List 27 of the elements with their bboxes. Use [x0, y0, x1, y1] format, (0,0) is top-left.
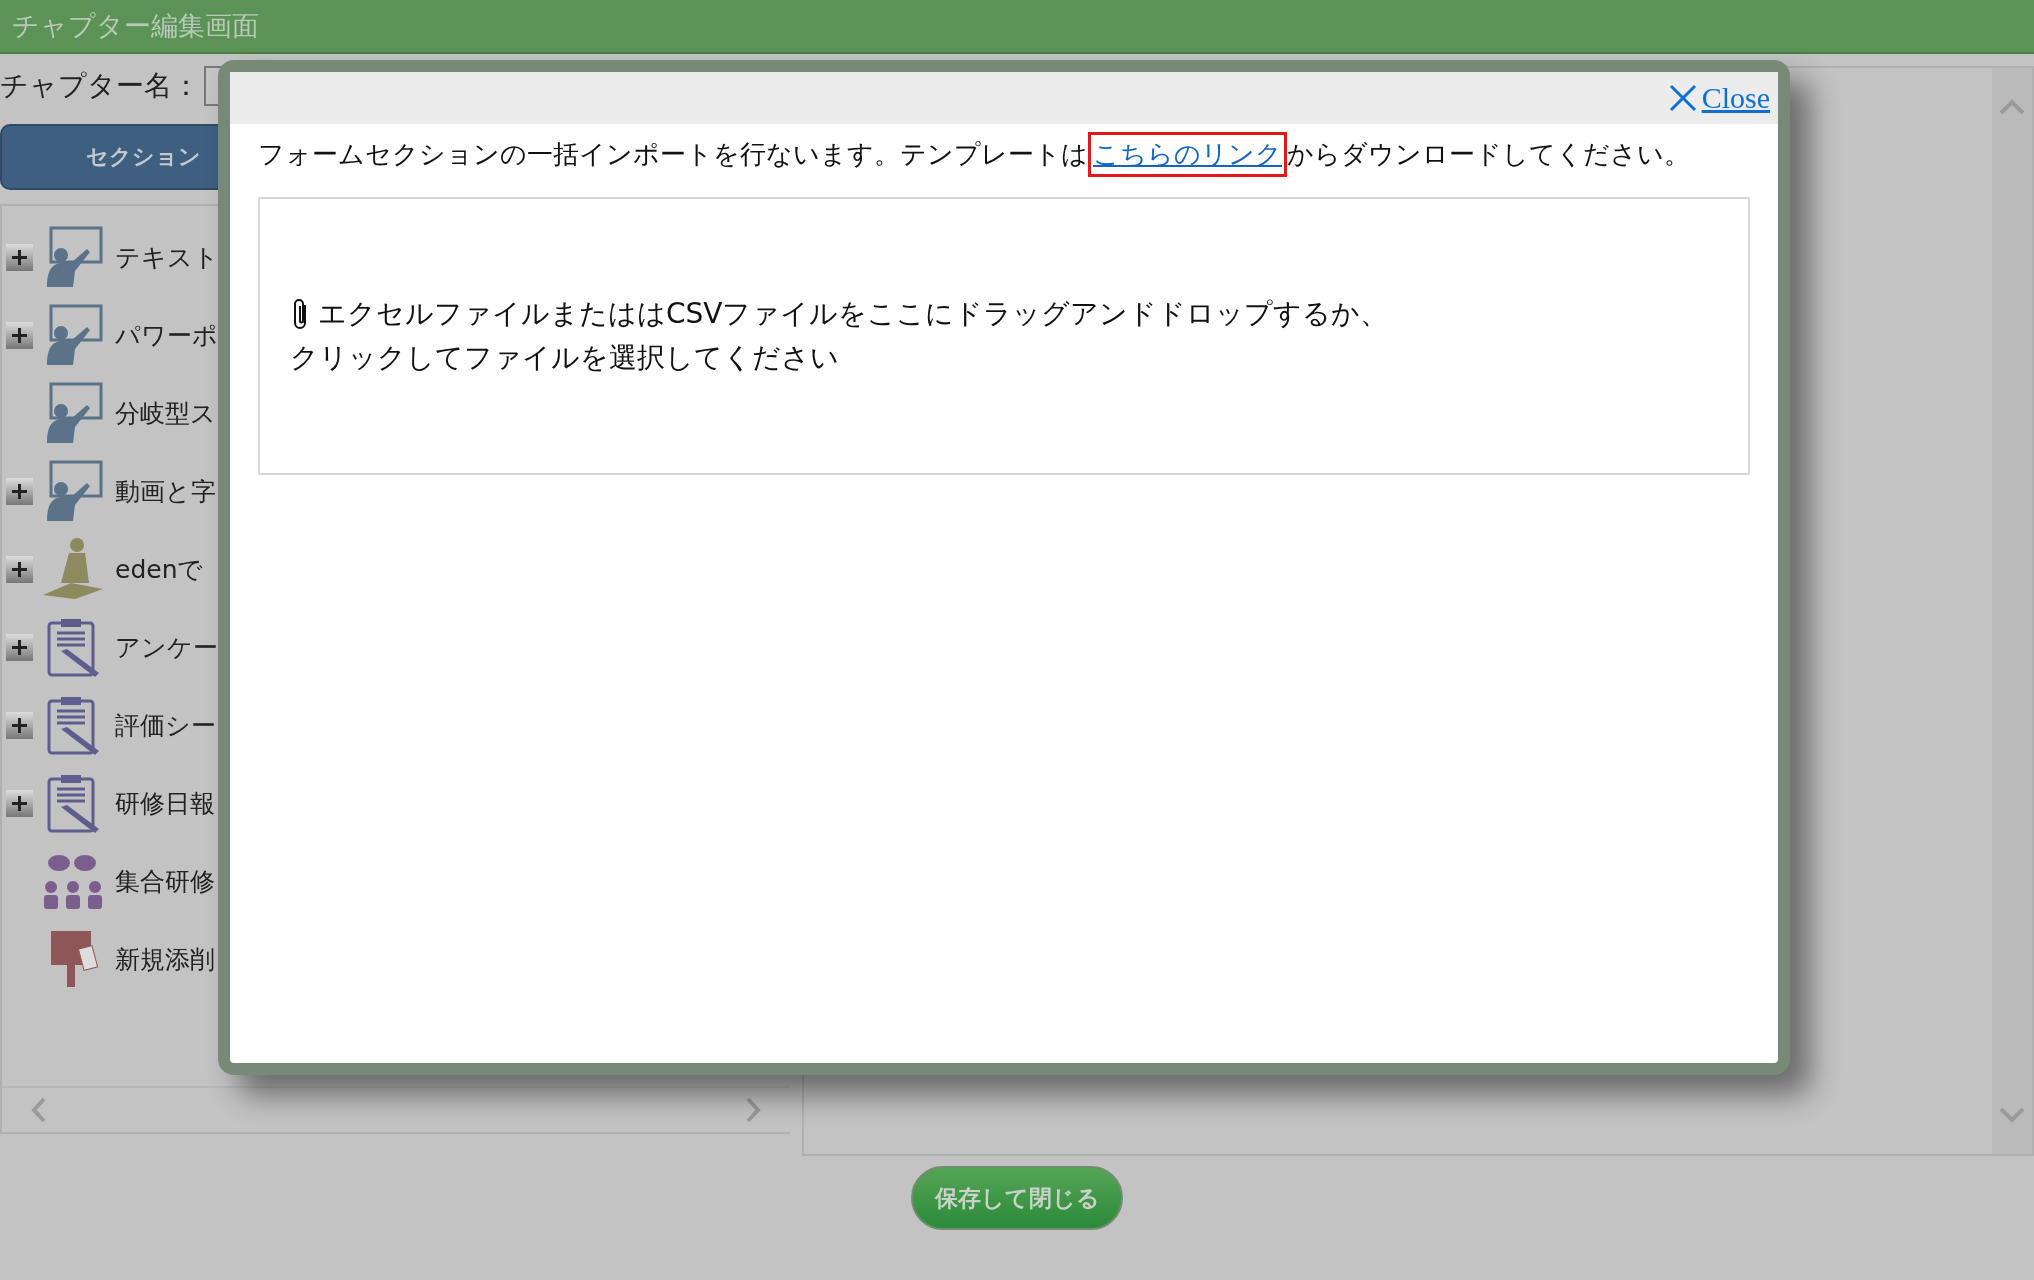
expand-icon[interactable] [6, 243, 33, 271]
person-at-desk-icon [41, 537, 105, 601]
import-instructions: フォームセクションの一括インポートを行ないます。テンプレートは こちらのリンク からダウンロードしてください。 [258, 132, 1778, 177]
template-link[interactable]: こちらのリンク [1088, 132, 1287, 177]
tree-item[interactable]: 新規添削 [115, 942, 215, 976]
close-icon[interactable] [1667, 83, 1698, 113]
expand-icon[interactable] [6, 321, 33, 349]
tree-item[interactable]: 動画と字 [115, 474, 216, 508]
tree-item[interactable]: 分岐型ス [115, 396, 216, 430]
expand-icon[interactable] [6, 789, 33, 817]
tree-item[interactable]: アンケー [115, 630, 218, 664]
close-link[interactable]: Close [1667, 81, 1770, 115]
tree-item[interactable]: テキスト [115, 240, 219, 274]
tree-item[interactable]: 評価シー [115, 708, 216, 742]
tree-item[interactable]: 研修日報 [115, 786, 215, 820]
file-drop-zone[interactable]: エクセルファイルまたははCSVファイルをここにドラッグアンドドロップするか、 クリックしてファイルを選択してください [258, 197, 1750, 475]
tree-item[interactable]: 集合研修 [115, 864, 215, 898]
expand-icon[interactable] [6, 711, 33, 739]
expand-icon[interactable] [6, 477, 33, 505]
expand-icon[interactable] [6, 555, 33, 583]
tree-item[interactable]: パワーポ [115, 318, 218, 352]
tree-item[interactable]: edenで [115, 552, 204, 586]
drop-instructions: クリックしてファイルを選択してください [290, 340, 840, 376]
chapter-name-label: チャプター名： [0, 68, 200, 104]
expand-icon[interactable] [6, 633, 33, 661]
drop-instructions: エクセルファイルまたははCSVファイルをここにドラッグアンドドロップするか、 [318, 296, 1389, 332]
window-title: チャプター編集画面 [12, 9, 259, 43]
